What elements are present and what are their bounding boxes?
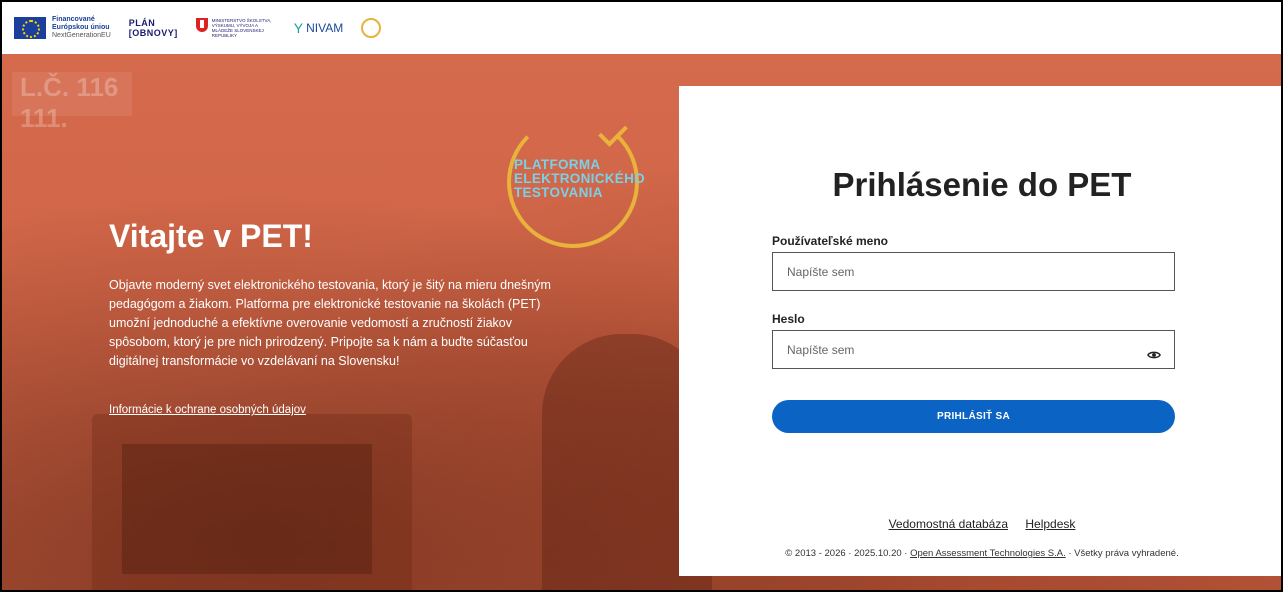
knowledge-base-link[interactable]: Vedomostná databáza: [889, 517, 1008, 531]
eye-icon[interactable]: [1147, 348, 1161, 362]
eu-logo-line1: Financované: [52, 16, 95, 23]
oat-link[interactable]: Open Assessment Technologies S.A.: [910, 548, 1066, 559]
nivam-mark-icon: Y: [293, 20, 304, 36]
plan-obnovy-logo: PLÁN [OBNOVY]: [129, 18, 178, 38]
username-label: Používateľské meno: [772, 234, 888, 248]
username-input[interactable]: [772, 252, 1175, 291]
footer-links: Vedomostná databáza Helpdesk: [679, 517, 1281, 531]
plan-logo-line1: PLÁN: [128, 18, 156, 28]
platform-logo-text: PLATFORMA ELEKTRONICKÉHO TESTOVANIA: [514, 157, 645, 200]
eu-logo-line2: Európskou úniou: [52, 24, 110, 31]
eu-logo-line3: NextGenerationEU: [52, 32, 111, 39]
privacy-info-link[interactable]: Informácie k ochrane osobných údajov: [109, 404, 306, 416]
login-title: Prihlásenie do PET: [832, 166, 1132, 203]
copyright-suffix: · Všetky práva vyhradené.: [1068, 548, 1179, 559]
plan-logo-line2: [OBNOVY]: [128, 28, 178, 38]
copyright: © 2013 - 2026 · 2025.10.20 · Open Assess…: [679, 548, 1281, 559]
nivam-logo: Y NIVAM: [294, 20, 343, 36]
login-button[interactable]: PRIHLÁSIŤ SA: [772, 400, 1175, 433]
login-card: Prihlásenie do PET Používateľské meno He…: [679, 86, 1281, 576]
ministry-logo-text: MINISTERSTVO ŠKOLSTVA, VÝSKUMU, VÝVOJA A…: [211, 18, 272, 38]
ministry-logo: MINISTERSTVO ŠKOLSTVA, VÝSKUMU, VÝVOJA A…: [195, 18, 276, 38]
helpdesk-link[interactable]: Helpdesk: [1025, 517, 1075, 531]
slovak-shield-icon: [195, 18, 208, 32]
page-frame: Financované Európskou úniou NextGenerati…: [0, 0, 1283, 592]
eu-logo: Financované Európskou úniou NextGenerati…: [14, 16, 111, 40]
logo-bar: Financované Európskou úniou NextGenerati…: [2, 2, 1281, 54]
copyright-prefix: © 2013 - 2026 · 2025.10.20 ·: [785, 548, 908, 559]
password-label: Heslo: [772, 312, 805, 326]
hero-title: Vitajte v PET!: [109, 218, 313, 254]
pet-mini-logo-icon: [361, 18, 382, 38]
password-input[interactable]: [772, 330, 1175, 369]
eu-flag-icon: [14, 17, 46, 39]
hero-description: Objavte moderný svet elektronického test…: [109, 278, 551, 368]
hero-background-board: L.Č. 116 111.: [12, 72, 132, 133]
nivam-logo-text: NIVAM: [306, 21, 344, 35]
hero-background-monitor: [92, 414, 412, 590]
